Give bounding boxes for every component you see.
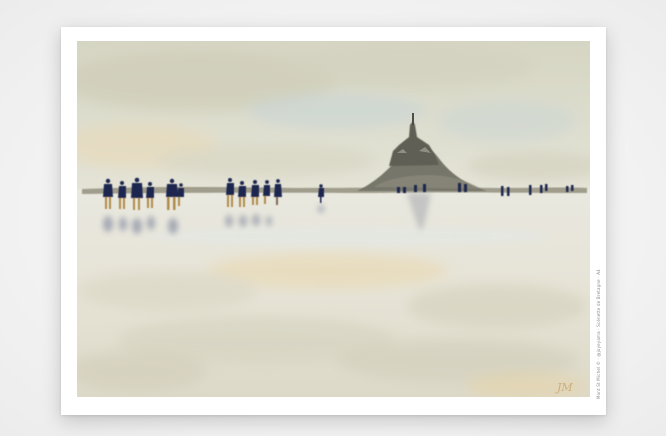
sky-wash	[77, 41, 590, 191]
svg-text:JM: JM	[555, 381, 573, 394]
art-print: JM Mont St Michel © · @joyeyama · Scénet…	[61, 27, 606, 415]
watercolor-painting: JM	[77, 41, 590, 397]
print-side-caption: Mont St Michel © · @joyeyama · Scénette …	[596, 269, 601, 399]
artist-signature: JM	[555, 381, 573, 394]
